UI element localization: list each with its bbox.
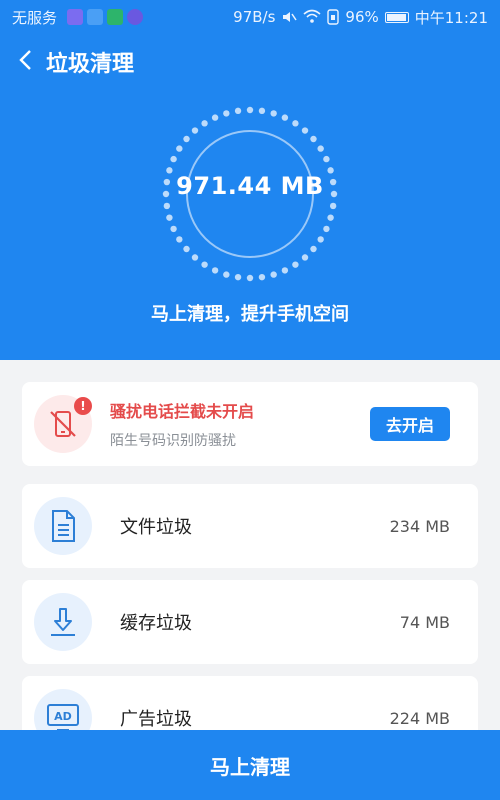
clean-now-button[interactable]: 马上清理	[0, 730, 500, 800]
ring-dot	[163, 202, 171, 210]
wifi-icon	[303, 9, 321, 23]
ring-dot	[201, 261, 208, 268]
download-icon	[51, 608, 75, 636]
ring-dot	[270, 110, 277, 117]
ring-dot	[301, 127, 309, 134]
item-size: 74 MB	[399, 612, 450, 632]
ring-dot	[176, 145, 183, 152]
ring-dot	[223, 271, 230, 278]
ring-dot	[234, 107, 242, 115]
page-title: 垃圾清理	[46, 52, 135, 77]
ring-dot	[317, 236, 324, 243]
ring-dot	[310, 135, 317, 143]
clock: 中午11:21	[414, 8, 488, 27]
app-notification-icon	[67, 9, 84, 25]
ring-dot	[292, 261, 299, 268]
size-ring: 971.44 MB	[160, 104, 340, 284]
alert-subtitle: 陌生号码识别防骚扰	[110, 433, 236, 449]
item-label: 文件垃圾	[120, 517, 192, 538]
item-icon-wrap	[34, 593, 92, 651]
ring-dot	[270, 271, 277, 278]
chevron-left-icon	[19, 49, 31, 70]
call-block-icon	[50, 411, 76, 437]
ring-dot	[176, 236, 183, 243]
notification-icons	[67, 9, 144, 25]
ring-dot	[183, 245, 190, 253]
ring-dot	[281, 267, 289, 274]
ring-dot	[223, 110, 230, 117]
ring-dot	[301, 254, 309, 261]
ring-dot	[327, 214, 334, 221]
document-icon	[52, 510, 75, 542]
item-label: 缓存垃圾	[120, 613, 192, 634]
clean-tip: 马上清理，提升手机空间	[151, 304, 349, 325]
ring-dot	[170, 155, 177, 163]
ring-dot	[323, 225, 330, 233]
list-item-file-junk[interactable]: 文件垃圾 234 MB	[22, 484, 478, 568]
app-notification-icon	[127, 9, 144, 25]
ring-dot	[246, 274, 254, 282]
list-item-cache-junk[interactable]: 缓存垃圾 74 MB	[22, 580, 478, 664]
item-size: 224 MB	[389, 708, 450, 728]
ring-dot	[191, 127, 199, 134]
item-icon-wrap	[34, 497, 92, 555]
battery-icon	[384, 11, 409, 23]
mute-icon	[283, 12, 298, 22]
back-button[interactable]	[18, 48, 34, 77]
ring-dot	[281, 114, 289, 121]
status-bar: 无服务 97B/s 96% 中午11:21	[0, 0, 500, 34]
item-label: 广告垃圾	[120, 709, 192, 730]
ring-dot	[323, 155, 330, 163]
ring-dot	[310, 245, 317, 253]
alert-icon-wrap: !	[34, 395, 92, 453]
ring-dot	[292, 120, 299, 127]
ring-dot	[201, 120, 208, 127]
app-header: 垃圾清理	[0, 34, 500, 90]
hero-section: 垃圾清理 971.44 MB 马上清理，提升手机空间	[0, 34, 500, 360]
ring-dot	[170, 225, 177, 233]
status-right: 97B/s 96% 中午11:21	[233, 7, 488, 28]
ring-dot	[234, 273, 242, 281]
total-junk-size: 971.44 MB	[176, 172, 324, 200]
ring-dot	[258, 107, 266, 115]
ring-dot	[329, 202, 337, 210]
ring-dot	[211, 267, 219, 274]
alert-title: 骚扰电话拦截未开启	[110, 402, 255, 421]
ring-dot	[258, 273, 266, 281]
clean-now-label: 马上清理	[210, 754, 290, 779]
sim-icon	[327, 9, 340, 25]
harassment-alert-card[interactable]: ! 骚扰电话拦截未开启 陌生号码识别防骚扰 去开启	[22, 382, 478, 466]
network-speed: 97B/s	[233, 8, 276, 26]
battery-percent: 96%	[345, 8, 379, 26]
ring-dot	[183, 135, 190, 143]
alert-badge: !	[74, 397, 92, 415]
enable-button[interactable]: 去开启	[370, 407, 450, 441]
app-notification-icon	[107, 9, 124, 25]
item-size: 234 MB	[389, 516, 450, 536]
ring-dot	[166, 214, 173, 221]
svg-text:AD: AD	[54, 710, 72, 723]
app-notification-icon	[87, 9, 104, 25]
ring-dot	[246, 106, 254, 114]
ring-dot	[191, 254, 199, 261]
carrier-text: 无服务	[12, 8, 58, 27]
ring-dot	[317, 145, 324, 152]
alert-text: 骚扰电话拦截未开启 陌生号码识别防骚扰	[110, 398, 254, 450]
ring-dot	[211, 114, 219, 121]
status-left: 无服务	[12, 7, 144, 28]
